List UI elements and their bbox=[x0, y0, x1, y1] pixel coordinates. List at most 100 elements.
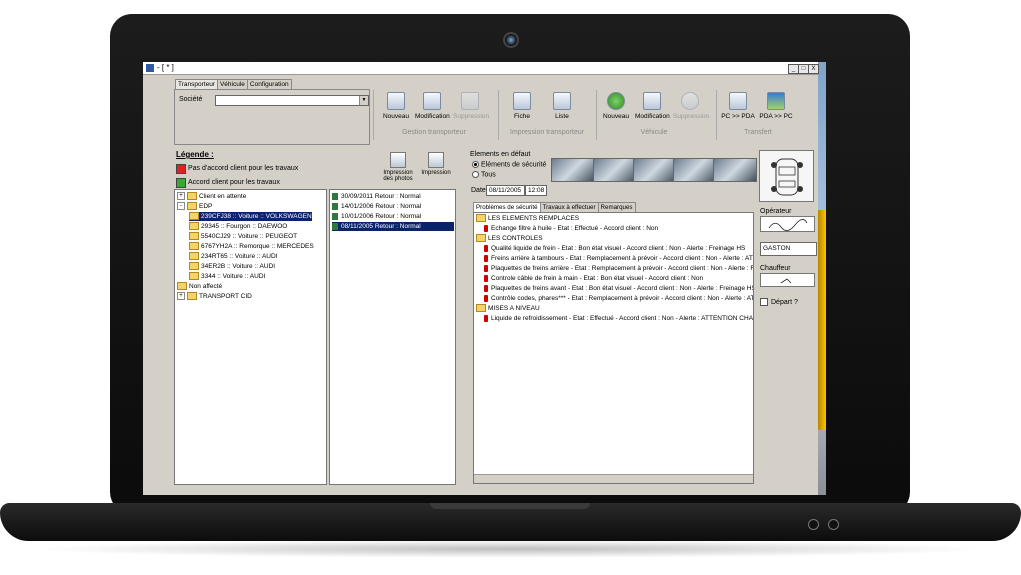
print-fiche-icon bbox=[513, 92, 531, 110]
tree-node[interactable]: 239CFJ38 :: Voiture :: VOLKSWAGEN bbox=[189, 212, 312, 221]
delete-icon bbox=[681, 92, 699, 110]
opt-security[interactable]: Eléments de sécurité bbox=[472, 161, 546, 168]
tab-problemes-securite[interactable]: Problèmes de sécurité bbox=[473, 202, 541, 212]
date-field[interactable]: 08/11/2005 bbox=[486, 185, 525, 196]
vehicle-diagram[interactable] bbox=[759, 150, 814, 202]
history-label: 14/01/2006 Retour : Normal bbox=[341, 203, 422, 210]
laptop-shadow bbox=[30, 540, 990, 558]
liste-button[interactable]: Liste bbox=[545, 92, 579, 124]
port-icon bbox=[808, 519, 819, 530]
title-bar[interactable]: - [ * ] _ □ X bbox=[143, 62, 819, 75]
history-row[interactable]: 14/01/2006 Retour : Normal bbox=[332, 202, 454, 211]
collapse-icon[interactable]: - bbox=[177, 202, 185, 211]
suppression-transporteur-button[interactable]: Suppression bbox=[453, 92, 489, 124]
close-button[interactable]: X bbox=[808, 64, 819, 74]
history-row[interactable]: 08/11/2005 Retour : Normal bbox=[332, 222, 454, 231]
tab-travaux[interactable]: Travaux à effectuer bbox=[539, 202, 599, 212]
history-row[interactable]: 30/09/2011 Retour : Normal bbox=[332, 192, 454, 201]
folder-icon bbox=[476, 304, 486, 313]
tree-node[interactable]: - EDP bbox=[177, 202, 212, 211]
chauffeur-signature[interactable] bbox=[760, 273, 815, 287]
folder-icon bbox=[476, 214, 486, 223]
chauffeur-label: Chauffeur bbox=[760, 265, 791, 272]
new-document-icon bbox=[387, 92, 405, 110]
tree-node[interactable]: + TRANSPORT CID bbox=[177, 292, 252, 301]
problem-group[interactable]: MISES A NIVEAU bbox=[476, 304, 540, 313]
problem-label: Controle câble de frein à main - Etat : … bbox=[491, 275, 704, 282]
history-label: 10/01/2006 Retour : Normal bbox=[341, 213, 422, 220]
tree-node[interactable]: Non affecté bbox=[177, 282, 222, 291]
vehicle-photo[interactable] bbox=[593, 158, 637, 182]
fiche-button[interactable]: Fiche bbox=[505, 92, 539, 124]
alert-icon bbox=[484, 224, 488, 232]
impression-button[interactable]: Impression bbox=[419, 152, 453, 176]
problem-group[interactable]: LES ELEMENTS REMPLACES bbox=[476, 214, 579, 223]
tree-node[interactable]: 29345 :: Fourgon :: DAEWOO bbox=[189, 222, 287, 231]
tree-node[interactable]: 234RT65 :: Voiture :: AUDI bbox=[189, 252, 277, 261]
tree-node[interactable]: 3344 :: Voiture :: AUDI bbox=[189, 272, 265, 281]
photo-print-icon bbox=[390, 152, 406, 168]
tree-node[interactable]: + Client en attente bbox=[177, 192, 246, 201]
problem-item[interactable]: Freins arrière à tambours - Etat : Rempl… bbox=[484, 254, 753, 263]
gestion-group-label: Gestion transporteur bbox=[402, 129, 466, 136]
wallpaper-truck bbox=[818, 210, 826, 430]
horizontal-scrollbar[interactable] bbox=[474, 474, 753, 483]
window-title: - [ * ] bbox=[157, 63, 174, 72]
signature-icon bbox=[768, 219, 808, 231]
suppression-vehicule-button[interactable]: Suppression bbox=[673, 92, 709, 124]
vehicle-tree[interactable]: + Client en attente- EDP239CFJ38 :: Voitur… bbox=[174, 189, 327, 485]
problem-item[interactable]: Plaquettes de freins avant - Etat : Bon … bbox=[484, 284, 753, 293]
chevron-down-icon[interactable]: ▼ bbox=[359, 96, 368, 105]
problem-group[interactable]: LES CONTROLES bbox=[476, 234, 543, 243]
expand-icon[interactable]: + bbox=[177, 292, 185, 301]
alert-icon bbox=[484, 284, 488, 292]
operateur-signature[interactable] bbox=[760, 216, 815, 232]
problems-list[interactable]: LES ELEMENTS REMPLACES Echange filtre à h… bbox=[473, 212, 754, 484]
tree-node[interactable]: 6767YH2A :: Remorque :: MERCEDES bbox=[189, 242, 314, 251]
modification-vehicule-button[interactable]: Modification bbox=[635, 92, 670, 124]
impression-photos-button[interactable]: Impression des photos bbox=[381, 152, 415, 182]
alert-icon bbox=[484, 264, 488, 272]
history-list[interactable]: 30/09/2011 Retour : Normal 14/01/2006 Ret… bbox=[329, 189, 456, 485]
problem-item[interactable]: Controle câble de frein à main - Etat : … bbox=[484, 274, 703, 283]
defaults-title: Elements en défaut bbox=[470, 151, 531, 158]
tree-node-label: 6767YH2A :: Remorque :: MERCEDES bbox=[201, 243, 314, 250]
vehicle-photo[interactable] bbox=[633, 158, 677, 182]
depart-checkbox[interactable]: Départ ? bbox=[760, 298, 798, 306]
folder-icon bbox=[189, 222, 199, 231]
edit-icon bbox=[643, 92, 661, 110]
tree-node[interactable]: 34ER2B :: Voiture :: AUDI bbox=[189, 262, 275, 271]
tab-remarques[interactable]: Remarques bbox=[597, 202, 636, 212]
problem-item[interactable]: Qualité liquide de frein - Etat : Bon ét… bbox=[484, 244, 745, 253]
problem-label: MISES A NIVEAU bbox=[488, 305, 540, 312]
signature-icon bbox=[780, 278, 792, 284]
pc-to-pda-button[interactable]: PC >> PDA bbox=[721, 92, 755, 124]
pc-icon bbox=[767, 92, 785, 110]
folder-icon bbox=[189, 262, 199, 271]
time-field[interactable]: 12:08 bbox=[525, 185, 547, 196]
tree-node[interactable]: 5540CJ29 :: Voiture :: PEUGEOT bbox=[189, 232, 297, 241]
vehicle-photo[interactable] bbox=[713, 158, 757, 182]
tree-node-label: Client en attente bbox=[199, 193, 247, 200]
vehicle-photo[interactable] bbox=[551, 158, 595, 182]
nouveau-vehicule-button[interactable]: Nouveau bbox=[599, 92, 633, 124]
problem-item[interactable]: Echange filtre à huile - Etat : Effectué… bbox=[484, 224, 658, 233]
history-row[interactable]: 10/01/2006 Retour : Normal bbox=[332, 212, 454, 221]
pda-icon bbox=[729, 92, 747, 110]
opt-all[interactable]: Tous bbox=[472, 171, 496, 178]
edit-icon bbox=[423, 92, 441, 110]
operateur-name[interactable]: GASTON bbox=[760, 242, 817, 256]
truck-icon bbox=[332, 202, 338, 210]
societe-select[interactable]: ▼ bbox=[215, 95, 369, 106]
nouveau-transporteur-button[interactable]: Nouveau bbox=[379, 92, 413, 124]
car-diagram-icon bbox=[771, 158, 803, 196]
expand-icon[interactable]: + bbox=[177, 192, 185, 201]
problem-item[interactable]: Plaquettes de freins arrière - Etat : Re… bbox=[484, 264, 753, 273]
vehicle-photo[interactable] bbox=[673, 158, 717, 182]
problem-item[interactable]: Liquide de refroidissement - Etat : Effe… bbox=[484, 314, 753, 323]
truck-icon bbox=[332, 222, 338, 230]
pda-to-pc-button[interactable]: PDA >> PC bbox=[759, 92, 793, 124]
modification-transporteur-button[interactable]: Modification bbox=[415, 92, 450, 124]
tree-node-label: 239CFJ38 :: Voiture :: VOLKSWAGEN bbox=[201, 213, 312, 220]
problem-item[interactable]: Contrôle codes, phares*** - Etat : Rempl… bbox=[484, 294, 753, 303]
